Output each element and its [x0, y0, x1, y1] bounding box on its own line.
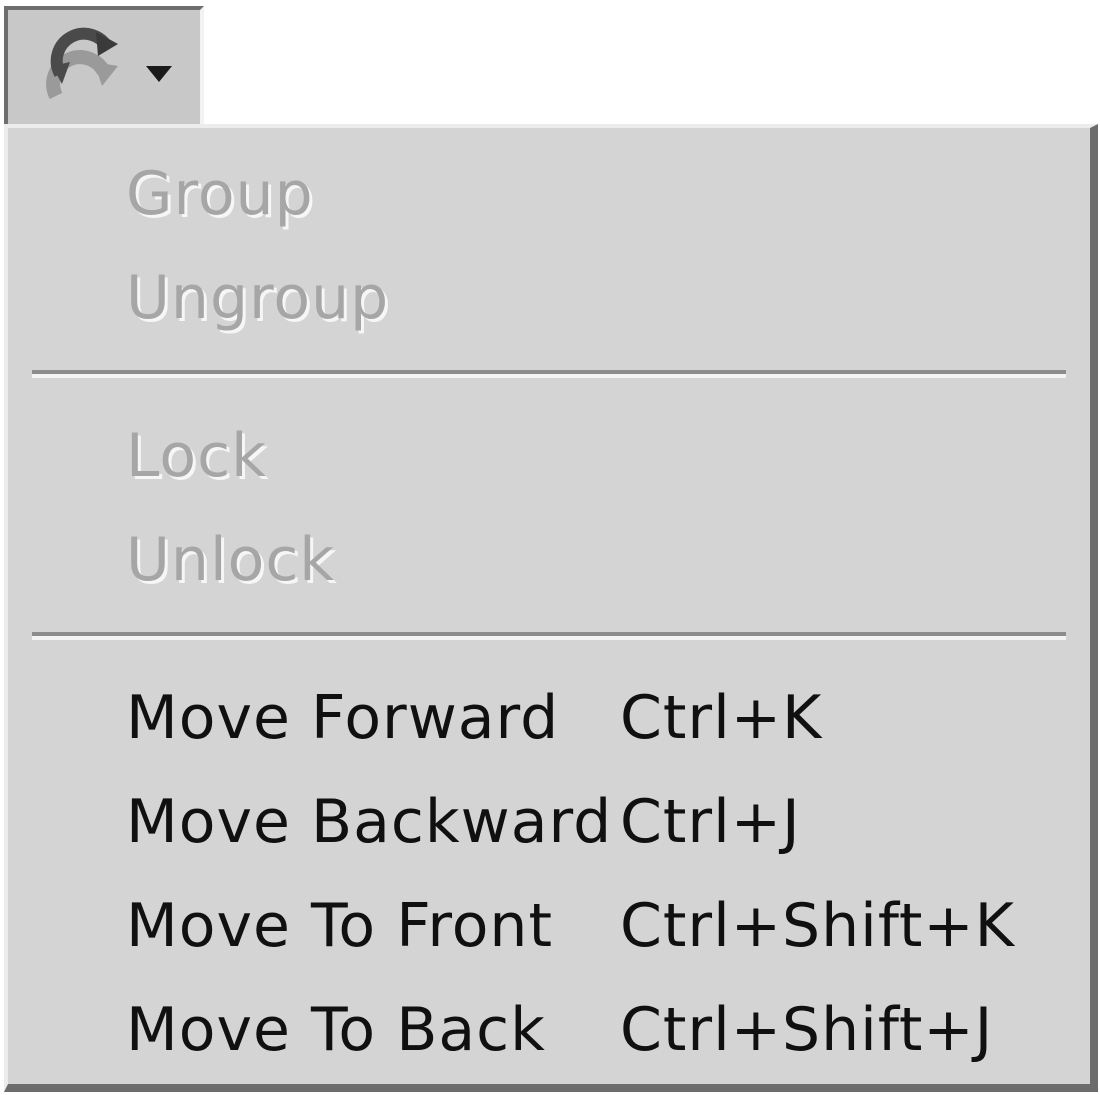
menu-item-label: Move To Front — [126, 891, 553, 961]
menu-item-label: Ungroup — [126, 263, 390, 333]
menu-item-label: Move Backward — [126, 787, 613, 857]
menu-item-ungroup[interactable]: Ungroup — [8, 248, 1088, 348]
menu-item-unlock[interactable]: Unlock — [8, 510, 1088, 610]
menu-item-label: Lock — [126, 421, 267, 491]
reorder-objects-icon — [46, 27, 118, 100]
menu-item-label: Move Forward — [126, 683, 560, 753]
menu-item-shortcut: Ctrl+Shift+J — [620, 995, 994, 1065]
menu-separator — [32, 632, 1066, 640]
menu-item-shortcut: Ctrl+J — [620, 787, 801, 857]
menu-item-move-backward[interactable]: Move Backward Ctrl+J — [8, 772, 1088, 872]
menu-item-move-to-back[interactable]: Move To Back Ctrl+Shift+J — [8, 980, 1088, 1080]
menu-item-lock[interactable]: Lock — [8, 406, 1088, 506]
menu-item-label: Move To Back — [126, 995, 546, 1065]
menu-separator — [32, 370, 1066, 378]
menu-item-label: Group — [126, 159, 314, 229]
arrange-dropdown-button[interactable] — [4, 6, 204, 124]
menu-item-shortcut: Ctrl+Shift+K — [620, 891, 1016, 961]
menu-item-group[interactable]: Group — [8, 144, 1088, 244]
menu-item-move-to-front[interactable]: Move To Front Ctrl+Shift+K — [8, 876, 1088, 976]
menu-item-shortcut: Ctrl+K — [620, 683, 823, 753]
menu-item-move-forward[interactable]: Move Forward Ctrl+K — [8, 668, 1088, 768]
menu-item-label: Unlock — [126, 525, 336, 595]
chevron-down-icon — [146, 66, 172, 82]
arrange-menu: Group Ungroup Lock Unlock Move Forward C… — [4, 124, 1098, 1092]
